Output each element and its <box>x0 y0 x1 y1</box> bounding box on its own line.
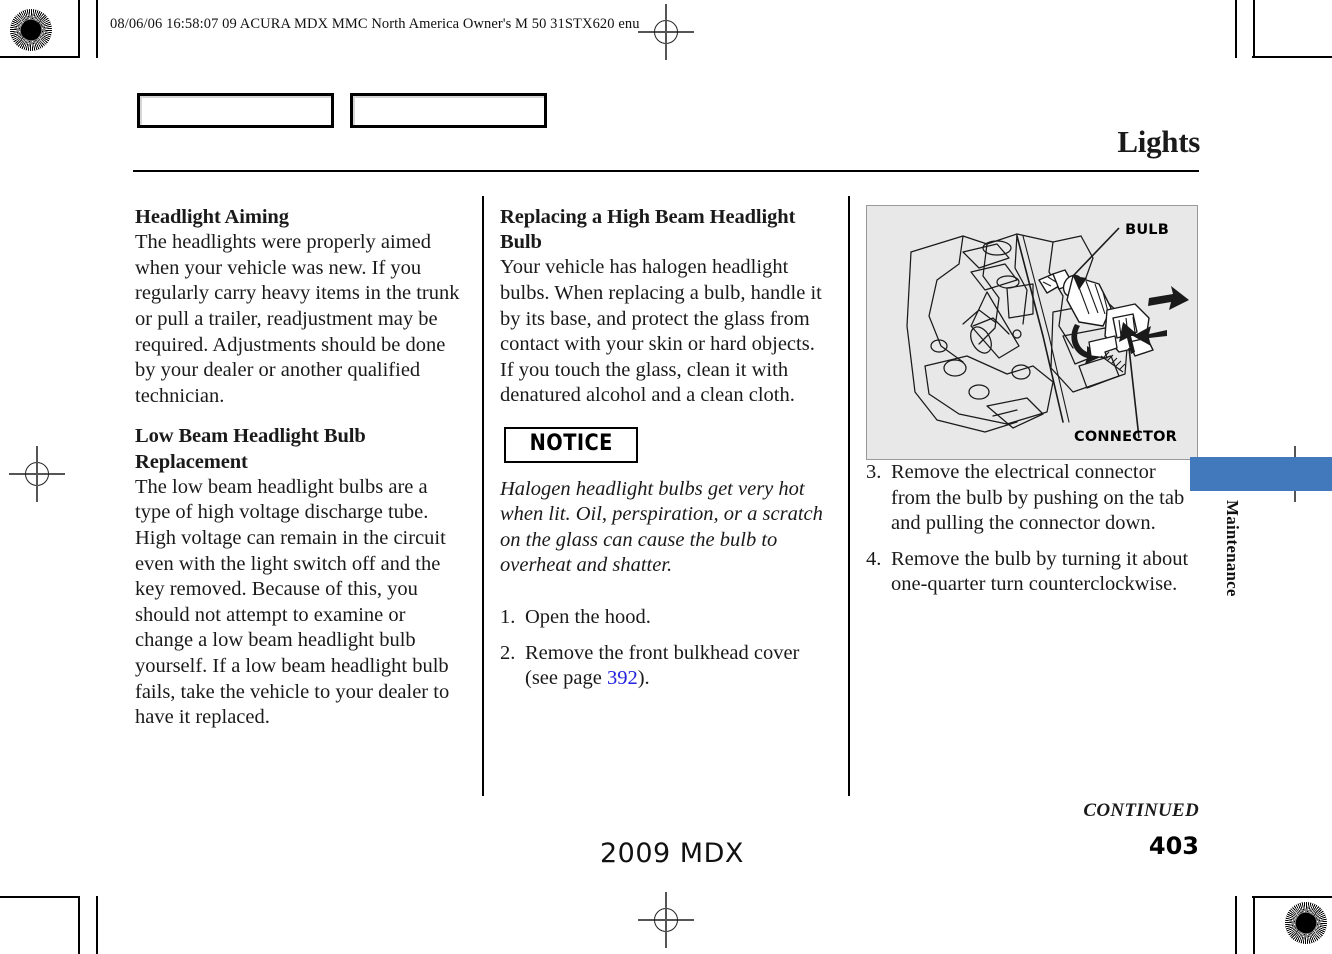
list-item: 2. Remove the front bulkhead cover (see p… <box>500 641 826 692</box>
page-cross-reference-link[interactable]: 392 <box>607 667 638 689</box>
body-headlight-aiming: The headlights were properly aimed when … <box>135 231 460 407</box>
list-item: 4. Remove the bulb by turning it about o… <box>866 547 1200 598</box>
crop-rule-bottom-left-vertical-2 <box>96 896 98 954</box>
page-title: Lights <box>1117 124 1200 159</box>
notice-text: Halogen headlight bulbs get very hot whe… <box>500 477 823 577</box>
heading-low-beam-replacement: Low Beam Headlight Bulb Replacement <box>135 425 366 473</box>
column-divider-1 <box>482 196 484 796</box>
registration-mark-left <box>9 446 65 502</box>
crop-rule-top-right-vertical <box>1253 0 1255 58</box>
crop-rule-top-right-horizontal <box>1252 56 1332 58</box>
step-text-tail: ). <box>637 667 650 690</box>
crop-rule-top-right-vertical-2 <box>1235 0 1237 58</box>
footer-model-name: 2009 MDX <box>600 838 744 869</box>
section-tab-label: Maintenance <box>1223 500 1242 597</box>
page-number: 403 <box>1148 832 1199 860</box>
column-three: BULB CONNECTOR 3. Remove the electrical … <box>866 205 1200 608</box>
rosette-mark-bottom-right <box>1285 902 1327 944</box>
notice-badge-label: NOTICE <box>529 430 613 456</box>
registration-mark-top <box>638 4 694 60</box>
rosette-mark-top-left <box>10 9 52 51</box>
step-text: Open the hood. <box>525 605 651 628</box>
crop-rule-top-left-horizontal <box>0 56 80 58</box>
body-high-beam-replacement: Your vehicle has halogen headlight bulbs… <box>500 256 822 407</box>
title-divider-rule <box>133 170 1199 172</box>
crop-rule-bottom-left-vertical <box>78 896 80 954</box>
notice-badge: NOTICE <box>504 426 639 463</box>
list-item: 3. Remove the electrical connector from … <box>866 460 1200 537</box>
step-text: Remove the electrical connector from the… <box>891 461 1185 535</box>
section-tab-maintenance[interactable] <box>1190 457 1332 491</box>
step-text: Remove the bulb by turning it about one-… <box>891 547 1189 596</box>
continued-marker: CONTINUED <box>1083 800 1199 821</box>
crop-rule-bottom-left-horizontal <box>0 896 80 898</box>
column-divider-2 <box>848 196 850 796</box>
crop-rule-top-left-vertical <box>78 0 80 58</box>
step-number: 3. <box>866 461 882 483</box>
blank-field-box-right <box>350 93 547 128</box>
column-two: Replacing a High Beam Headlight Bulb You… <box>500 205 826 702</box>
crop-rule-top-left-vertical-2 <box>96 0 98 58</box>
print-header-metadata: 08/06/06 16:58:07 09 ACURA MDX MMC North… <box>110 16 640 32</box>
steps-list-column-two: 1. Open the hood. 2. Remove the front bul… <box>500 605 826 692</box>
step-number: 1. <box>500 605 516 628</box>
heading-headlight-aiming: Headlight Aiming <box>135 206 289 228</box>
figure-label-connector: CONNECTOR <box>1074 429 1177 446</box>
step-number: 2. <box>500 641 516 664</box>
list-item: 1. Open the hood. <box>500 605 826 631</box>
headlight-assembly-figure: BULB CONNECTOR <box>866 205 1198 460</box>
blank-field-box-left <box>137 93 334 128</box>
headlight-assembly-line-drawing <box>906 227 1189 439</box>
column-one: Headlight Aiming The headlights were pro… <box>135 205 461 731</box>
step-number: 4. <box>866 547 882 570</box>
crop-rule-bottom-right-vertical-2 <box>1235 896 1237 954</box>
crop-rule-bottom-right-vertical <box>1253 896 1255 954</box>
crop-rule-bottom-right-horizontal <box>1252 896 1332 898</box>
registration-mark-bottom <box>638 892 694 948</box>
heading-high-beam-replacement: Replacing a High Beam Headlight Bulb <box>500 206 796 254</box>
step-text: Remove the front bulkhead cover (see pag… <box>525 641 800 690</box>
steps-list-column-three: 3. Remove the electrical connector from … <box>866 460 1200 598</box>
figure-label-bulb: BULB <box>1125 222 1169 238</box>
body-low-beam-replacement: The low beam headlight bulbs are a type … <box>135 475 450 729</box>
